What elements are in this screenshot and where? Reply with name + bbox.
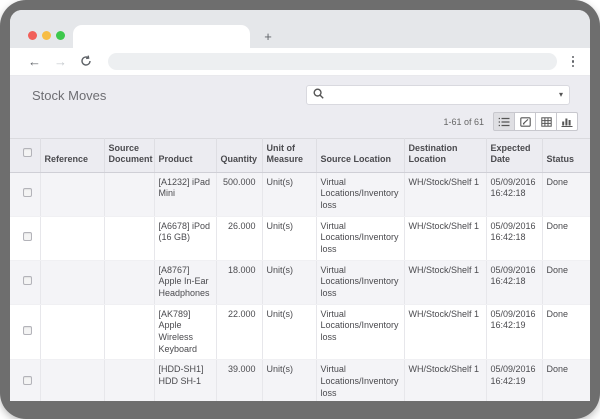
table-header-row: ReferenceSource DocumentProductQuantityU… xyxy=(10,139,590,173)
search-icon xyxy=(313,86,324,104)
chevron-down-icon[interactable]: ▾ xyxy=(559,91,563,99)
browser-tab[interactable] xyxy=(73,25,250,48)
minimize-window-icon[interactable] xyxy=(42,31,51,40)
graph-view-button[interactable] xyxy=(556,112,578,131)
table-row[interactable]: [AK789] Apple Wireless Keyboard22.000Uni… xyxy=(10,304,590,360)
column-header[interactable]: Unit of Measure xyxy=(262,139,316,173)
table-row[interactable]: [A1232] iPad Mini500.000Unit(s)Virtual L… xyxy=(10,172,590,216)
row-checkbox[interactable] xyxy=(23,232,32,241)
list-view: ReferenceSource DocumentProductQuantityU… xyxy=(10,138,590,401)
cell-product: [AK789] Apple Wireless Keyboard xyxy=(154,304,216,360)
cell-expected_date: 05/09/2016 16:42:18 xyxy=(486,172,542,216)
window-controls xyxy=(28,31,65,40)
control-panel: Stock Moves ▾ xyxy=(10,76,590,105)
cell-source_location: Virtual Locations/Inventory loss xyxy=(316,216,404,260)
cell-source_document xyxy=(104,172,154,216)
cell-destination_location: WH/Stock/Shelf 1 xyxy=(404,360,486,401)
stock-moves-table: ReferenceSource DocumentProductQuantityU… xyxy=(10,138,590,401)
cell-status: Done xyxy=(542,304,590,360)
page-title: Stock Moves xyxy=(32,88,106,103)
cell-expected_date: 05/09/2016 16:42:19 xyxy=(486,304,542,360)
cell-reference xyxy=(40,360,104,401)
column-header[interactable]: Destination Location xyxy=(404,139,486,173)
table-row[interactable]: [A6678] iPod (16 GB)26.000Unit(s)Virtual… xyxy=(10,216,590,260)
browser-window: + ← → Stock Moves xyxy=(10,10,590,401)
cell-expected_date: 05/09/2016 16:42:18 xyxy=(486,216,542,260)
cell-quantity: 22.000 xyxy=(216,304,262,360)
row-checkbox[interactable] xyxy=(23,276,32,285)
plus-icon: + xyxy=(264,29,272,44)
app-content: Stock Moves ▾ 1-61 of 61 xyxy=(10,76,590,401)
row-checkbox[interactable] xyxy=(23,376,32,385)
cell-reference xyxy=(40,304,104,360)
pager-area: 1-61 of 61 xyxy=(10,105,590,138)
form-view-button[interactable] xyxy=(514,112,536,131)
cell-status: Done xyxy=(542,360,590,401)
table-row[interactable]: [HDD-SH1] HDD SH-139.000Unit(s)Virtual L… xyxy=(10,360,590,401)
cell-uom: Unit(s) xyxy=(262,216,316,260)
cell-source_location: Virtual Locations/Inventory loss xyxy=(316,172,404,216)
cell-source_location: Virtual Locations/Inventory loss xyxy=(316,360,404,401)
close-window-icon[interactable] xyxy=(28,31,37,40)
column-header[interactable]: Quantity xyxy=(216,139,262,173)
grid-view-button[interactable] xyxy=(535,112,557,131)
cell-source_document xyxy=(104,304,154,360)
cell-destination_location: WH/Stock/Shelf 1 xyxy=(404,304,486,360)
table-row[interactable]: [A8767] Apple In-Ear Headphones18.000Uni… xyxy=(10,260,590,304)
cell-uom: Unit(s) xyxy=(262,260,316,304)
cell-product: [A8767] Apple In-Ear Headphones xyxy=(154,260,216,304)
cell-reference xyxy=(40,172,104,216)
cell-quantity: 26.000 xyxy=(216,216,262,260)
column-header[interactable]: Status xyxy=(542,139,590,173)
cell-destination_location: WH/Stock/Shelf 1 xyxy=(404,260,486,304)
cell-source_document xyxy=(104,360,154,401)
cell-quantity: 18.000 xyxy=(216,260,262,304)
cell-reference xyxy=(40,216,104,260)
cell-expected_date: 05/09/2016 16:42:19 xyxy=(486,360,542,401)
cell-uom: Unit(s) xyxy=(262,172,316,216)
cell-quantity: 39.000 xyxy=(216,360,262,401)
cell-product: [A6678] iPod (16 GB) xyxy=(154,216,216,260)
cell-product: [A1232] iPad Mini xyxy=(154,172,216,216)
reload-icon[interactable] xyxy=(80,55,92,69)
cell-reference xyxy=(40,260,104,304)
cell-product: [HDD-SH1] HDD SH-1 xyxy=(154,360,216,401)
cell-source_document xyxy=(104,216,154,260)
list-view-button[interactable] xyxy=(493,112,515,131)
cell-status: Done xyxy=(542,216,590,260)
search-input[interactable] xyxy=(329,90,554,101)
cell-uom: Unit(s) xyxy=(262,304,316,360)
row-checkbox[interactable] xyxy=(23,326,32,335)
cell-status: Done xyxy=(542,260,590,304)
cell-source_location: Virtual Locations/Inventory loss xyxy=(316,304,404,360)
cell-destination_location: WH/Stock/Shelf 1 xyxy=(404,216,486,260)
pager-range: 1-61 of 61 xyxy=(443,117,484,127)
cell-destination_location: WH/Stock/Shelf 1 xyxy=(404,172,486,216)
search-box[interactable]: ▾ xyxy=(306,85,570,105)
row-checkbox[interactable] xyxy=(23,188,32,197)
column-header[interactable]: Reference xyxy=(40,139,104,173)
stock-moves-table-body: [A1232] iPad Mini500.000Unit(s)Virtual L… xyxy=(10,172,590,401)
cell-status: Done xyxy=(542,172,590,216)
cell-quantity: 500.000 xyxy=(216,172,262,216)
address-bar[interactable] xyxy=(108,53,557,70)
cell-source_location: Virtual Locations/Inventory loss xyxy=(316,260,404,304)
tab-bar: + xyxy=(10,10,590,48)
maximize-window-icon[interactable] xyxy=(56,31,65,40)
column-header[interactable]: Source Location xyxy=(316,139,404,173)
view-switcher xyxy=(493,112,578,131)
browser-toolbar: ← → xyxy=(10,48,590,76)
column-header[interactable]: Source Document xyxy=(104,139,154,173)
cell-source_document xyxy=(104,260,154,304)
browser-menu-icon[interactable] xyxy=(570,54,577,70)
column-header[interactable]: Expected Date xyxy=(486,139,542,173)
cell-uom: Unit(s) xyxy=(262,360,316,401)
device-frame: + ← → Stock Moves xyxy=(0,0,600,419)
select-all-checkbox[interactable] xyxy=(23,148,32,157)
forward-icon[interactable]: → xyxy=(54,55,67,68)
back-icon[interactable]: ← xyxy=(28,55,41,68)
new-tab-button[interactable]: + xyxy=(256,25,280,48)
cell-expected_date: 05/09/2016 16:42:18 xyxy=(486,260,542,304)
column-header[interactable]: Product xyxy=(154,139,216,173)
